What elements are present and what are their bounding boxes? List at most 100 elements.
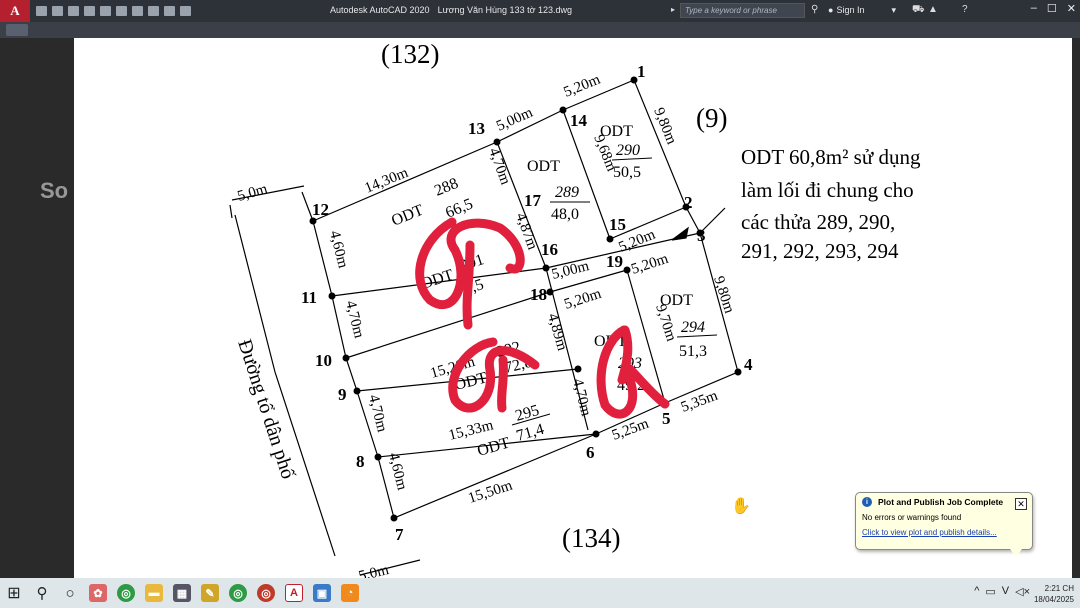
- circle-icon: ○: [65, 584, 75, 602]
- cart-icon[interactable]: ⛟: [912, 4, 925, 17]
- taskbar-app-4[interactable]: ✎: [196, 578, 224, 608]
- notification-close-button[interactable]: ✕: [1015, 498, 1027, 510]
- sign-in-button[interactable]: ● Sign In ▾: [828, 5, 896, 16]
- point-11: 11: [301, 288, 317, 307]
- autocad-icon: A: [285, 584, 303, 602]
- chrome-icon-2: ◎: [229, 584, 247, 602]
- taskbar-clock[interactable]: 2:21 CH 18/04/2025: [1034, 583, 1074, 605]
- search-input[interactable]: Type a keyword or phrase: [680, 3, 805, 18]
- taskbar-calculator[interactable]: ▦: [168, 578, 196, 608]
- plot-publish-notification: i Plot and Publish Job Complete ✕ No err…: [855, 492, 1033, 557]
- chevron-down-icon: ▾: [891, 5, 896, 15]
- view-plot-details-link[interactable]: Click to view plot and publish details..…: [862, 528, 1026, 537]
- point-7: 7: [395, 525, 404, 544]
- parcel-288-num: 288: [432, 175, 461, 200]
- point-18: 18: [530, 285, 547, 304]
- dim-13-17: 4,70m: [485, 146, 513, 187]
- dim-20-6: 4,70m: [569, 377, 594, 418]
- point-3: 3: [697, 226, 706, 245]
- dim-11-10: 4,70m: [342, 299, 367, 340]
- parcel-289-code: ODT: [527, 158, 560, 175]
- taskbar-chrome-3[interactable]: ◎: [252, 578, 280, 608]
- dim-12-13: 14,30m: [363, 165, 411, 197]
- taskbar-chrome-2[interactable]: ◎: [224, 578, 252, 608]
- vpn-icon[interactable]: V: [1002, 585, 1009, 598]
- parcel-290-num: 290: [616, 142, 640, 159]
- dim-8-7: 4,60m: [385, 451, 410, 492]
- network-icon[interactable]: ▭: [985, 585, 995, 598]
- label-parcel-134: (134): [562, 523, 620, 553]
- share-icon[interactable]: [116, 6, 127, 16]
- dim-7-6: 15,50m: [466, 477, 514, 506]
- file-tab-icon[interactable]: [6, 24, 28, 36]
- binoculars-icon[interactable]: ⚲: [811, 4, 818, 15]
- dim-12-11: 4,60m: [326, 229, 351, 270]
- taskbar-autocad[interactable]: A: [280, 578, 308, 608]
- redo-icon[interactable]: [164, 6, 175, 16]
- screen-app-icon: ▣: [313, 584, 331, 602]
- point-8: 8: [356, 452, 365, 471]
- plot-icon[interactable]: [132, 6, 143, 16]
- road-name: Đường tổ dân phố: [233, 337, 299, 482]
- arrow-head: [671, 226, 689, 241]
- windows-logo-icon: ⊞: [7, 585, 21, 602]
- undo-icon[interactable]: [148, 6, 159, 16]
- windows-taskbar: ⊞ ⚲ ○ ✿ ◎ ▬ ▦ ✎ ◎ ◎ A ▣ ◔: [0, 578, 1080, 608]
- customize-qa-icon[interactable]: [180, 6, 191, 16]
- flower-app-icon: ✿: [89, 584, 107, 602]
- close-button[interactable]: ✕: [1067, 2, 1076, 15]
- autodesk-app-icon[interactable]: ▲: [928, 4, 938, 15]
- watermark-logo: So: [40, 178, 69, 203]
- search-taskbar-button[interactable]: ⚲: [28, 578, 56, 608]
- minimize-button[interactable]: –: [1031, 2, 1037, 15]
- dim-13-14: 5,00m: [494, 104, 535, 134]
- restore-button[interactable]: ☐: [1047, 2, 1057, 15]
- window-title: Autodesk AutoCAD 2020 Lương Văn Hùng 133 …: [330, 5, 572, 15]
- point-19: 19: [606, 252, 623, 271]
- start-button[interactable]: ⊞: [0, 578, 28, 608]
- pan-hand-cursor-icon: ✋: [731, 498, 751, 515]
- calculator-icon: ▦: [173, 584, 191, 602]
- chrome-icon: ◎: [117, 584, 135, 602]
- app-name: Autodesk AutoCAD 2020: [330, 5, 430, 15]
- note-line-1: ODT 60,8m² sử dụng: [741, 145, 921, 169]
- dim-16-19: 5,00m: [550, 258, 591, 283]
- point-16: 16: [541, 240, 558, 259]
- red-mark-5: [596, 325, 670, 419]
- autocad-app-menu-button[interactable]: A: [0, 0, 30, 22]
- parcel-290-area: 50,5: [613, 164, 641, 181]
- point-10: 10: [315, 351, 332, 370]
- red-mark-4: [497, 355, 508, 413]
- parcel-288-area: 66,5: [443, 195, 475, 221]
- info-icon: i: [862, 497, 872, 507]
- taskbar-explorer[interactable]: ▬: [140, 578, 168, 608]
- sign-in-label: Sign In: [836, 5, 865, 15]
- web-mobile-icon[interactable]: [100, 6, 111, 16]
- search-expand-icon[interactable]: ▸: [671, 5, 675, 14]
- save-icon[interactable]: [68, 6, 79, 16]
- file-tab-strip: [0, 22, 1080, 38]
- taskbar-app-1[interactable]: ✿: [84, 578, 112, 608]
- tray-expand-icon[interactable]: ^: [974, 585, 979, 598]
- point-14: 14: [570, 111, 588, 130]
- point-1: 1: [637, 62, 646, 81]
- note-line-4: 291, 292, 293, 294: [741, 239, 899, 263]
- volume-icon[interactable]: ◁×: [1015, 585, 1030, 598]
- save-as-icon[interactable]: [84, 6, 95, 16]
- point-2: 2: [684, 193, 693, 212]
- document-name: Lương Văn Hùng 133 tờ 123.dwg: [437, 5, 572, 15]
- taskbar-app-8[interactable]: ▣: [308, 578, 336, 608]
- autocad-window: A Autodesk AutoCAD 2020 Lương Văn Hùng 13…: [0, 0, 1080, 608]
- help-icon[interactable]: ?: [962, 4, 968, 15]
- search-icon: ⚲: [36, 585, 48, 602]
- clock-time: 2:21 CH: [1044, 584, 1074, 593]
- taskbar-app-9[interactable]: ◔: [336, 578, 364, 608]
- cortana-button[interactable]: ○: [56, 578, 84, 608]
- parcel-290-code: ODT: [600, 123, 633, 140]
- model-space-right: [1072, 38, 1080, 578]
- app-icon: ✎: [201, 584, 219, 602]
- new-icon[interactable]: [36, 6, 47, 16]
- taskbar-chrome-1[interactable]: ◎: [112, 578, 140, 608]
- system-tray: ^ ▭ V ◁×: [974, 585, 1030, 598]
- open-icon[interactable]: [52, 6, 63, 16]
